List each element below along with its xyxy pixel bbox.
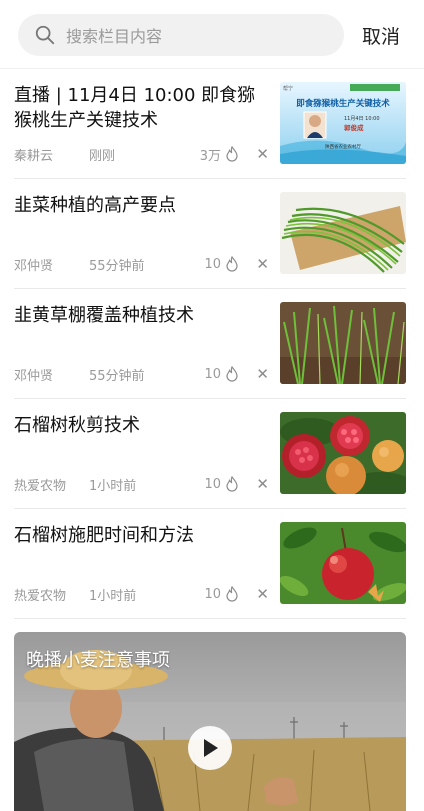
heat-count: 10 [204, 476, 239, 492]
list-item[interactable]: 韭菜种植的高产要点 邓仲贤 55分钟前 10 ✕ [14, 179, 406, 289]
thumb-date: 11月4日 10:00 [344, 116, 380, 122]
list-item[interactable]: 韭黄草棚覆盖种植技术 邓仲贤 55分钟前 10 ✕ [14, 289, 406, 399]
video-title[interactable]: 晚播小麦注意事项 [26, 646, 170, 672]
fire-icon [226, 146, 238, 162]
publish-time: 1小时前 [89, 478, 137, 494]
heat-count-value: 10 [204, 476, 221, 492]
cancel-button[interactable]: 取消 [362, 22, 400, 49]
author-name: 热爱农物 [14, 478, 67, 494]
heat-count: 3万 [200, 145, 239, 164]
close-icon[interactable]: ✕ [256, 255, 269, 273]
play-icon [204, 739, 218, 757]
author-name: 秦耕云 [14, 148, 54, 164]
article-meta: 邓仲贤 55分钟前 10 ✕ [14, 364, 269, 384]
heat-count-value: 3万 [199, 148, 221, 164]
author-name: 邓仲贤 [14, 368, 54, 384]
fire-icon [226, 586, 238, 602]
article-meta: 秦耕云 刚刚 3万 ✕ [14, 144, 269, 164]
heat-count: 10 [204, 586, 239, 602]
author-name: 邓仲贤 [14, 258, 54, 274]
article-thumbnail[interactable] [280, 192, 406, 274]
article-thumbnail[interactable] [280, 412, 406, 494]
video-card[interactable]: 晚播小麦注意事项 [14, 632, 406, 811]
article-title[interactable]: 直播 | 11月4日 10:00 即食猕猴桃生产关键技术 [14, 83, 264, 133]
publish-time: 55分钟前 [89, 258, 145, 274]
article-meta: 邓仲贤 55分钟前 10 ✕ [14, 254, 269, 274]
close-icon[interactable]: ✕ [256, 475, 269, 493]
list-item[interactable]: 石榴树施肥时间和方法 热爱农物 1小时前 10 ✕ [14, 509, 406, 619]
close-icon[interactable]: ✕ [256, 585, 269, 603]
close-icon[interactable]: ✕ [256, 145, 269, 163]
publish-time: 1小时前 [89, 588, 137, 604]
search-icon [35, 25, 55, 45]
article-thumbnail[interactable]: 帮宁 即食猕猴桃生产关键技术 11月4日 10:00 郭俊成 陕西省农业农村厅 [280, 82, 406, 164]
article-title[interactable]: 韭菜种植的高产要点 [14, 193, 264, 218]
article-title[interactable]: 石榴树秋剪技术 [14, 413, 264, 438]
thumb-headline: 即食猕猴桃生产关键技术 [296, 98, 390, 109]
search-input[interactable]: 搜索栏目内容 [18, 14, 344, 56]
heat-count-value: 10 [204, 366, 221, 382]
search-placeholder: 搜索栏目内容 [66, 27, 163, 46]
article-thumbnail[interactable] [280, 522, 406, 604]
fire-icon [226, 256, 238, 272]
thumb-org: 陕西省农业农村厅 [325, 143, 361, 150]
list-item[interactable]: 直播 | 11月4日 10:00 即食猕猴桃生产关键技术 秦耕云 刚刚 3万 ✕… [14, 69, 406, 179]
fire-icon [226, 366, 238, 382]
article-meta: 热爱农物 1小时前 10 ✕ [14, 584, 269, 604]
play-button[interactable] [188, 726, 232, 770]
article-thumbnail[interactable] [280, 302, 406, 384]
article-meta: 热爱农物 1小时前 10 ✕ [14, 474, 269, 494]
thumb-tag: 帮宁 [283, 85, 293, 92]
fire-icon [226, 476, 238, 492]
search-header: 搜索栏目内容 取消 [0, 0, 424, 69]
publish-time: 刚刚 [89, 148, 116, 164]
heat-count-value: 10 [204, 256, 221, 272]
heat-count-value: 10 [204, 586, 221, 602]
article-title[interactable]: 韭黄草棚覆盖种植技术 [14, 303, 264, 328]
thumb-speaker: 郭俊成 [344, 123, 364, 132]
list-item[interactable]: 石榴树秋剪技术 热爱农物 1小时前 10 ✕ [14, 399, 406, 509]
heat-count: 10 [204, 256, 239, 272]
heat-count: 10 [204, 366, 239, 382]
publish-time: 55分钟前 [89, 368, 145, 384]
article-title[interactable]: 石榴树施肥时间和方法 [14, 523, 264, 548]
close-icon[interactable]: ✕ [256, 365, 269, 383]
author-name: 热爱农物 [14, 588, 67, 604]
